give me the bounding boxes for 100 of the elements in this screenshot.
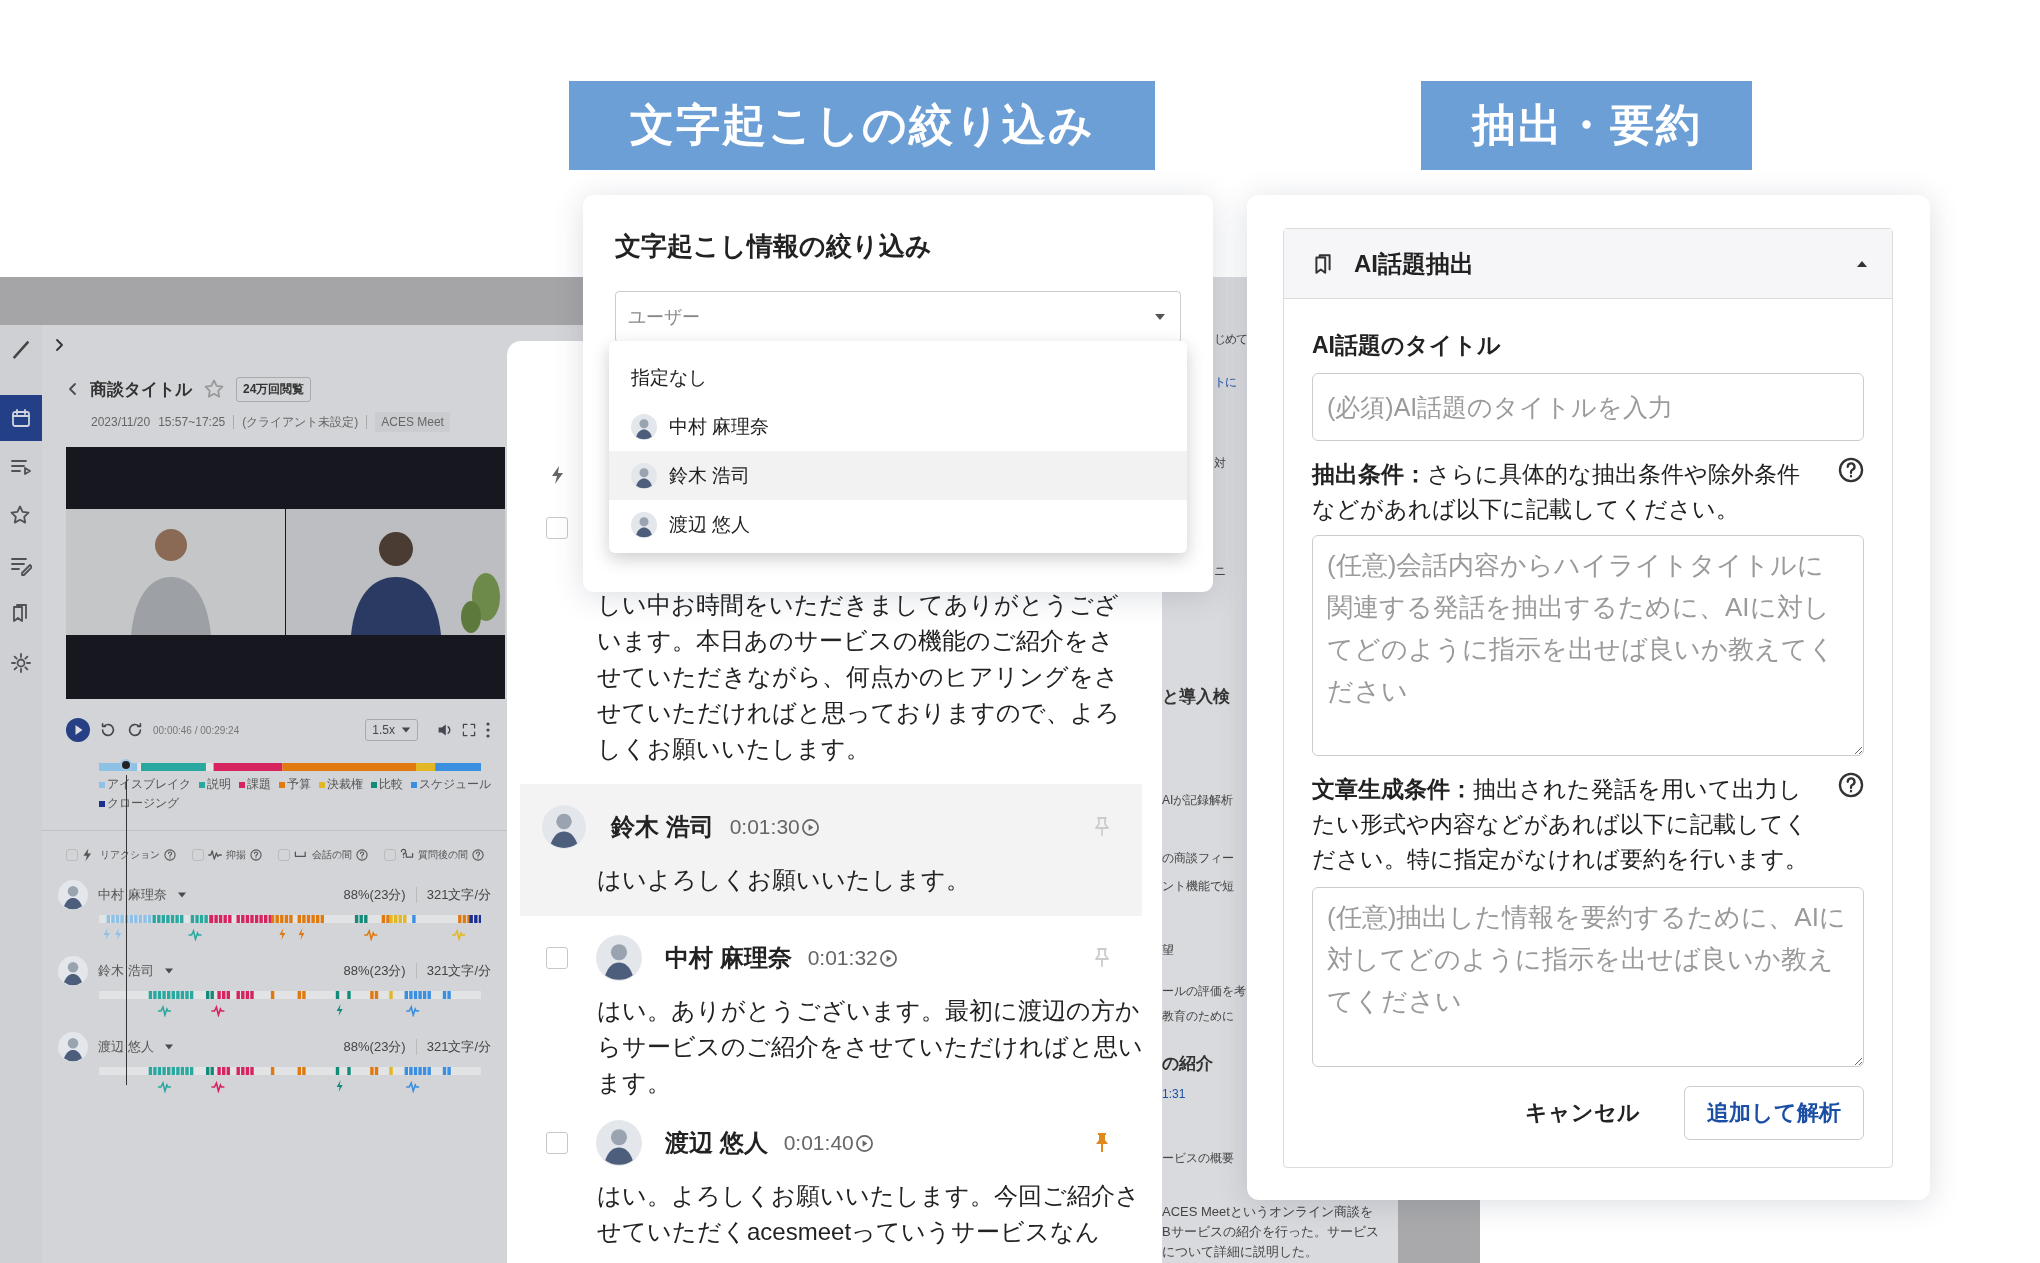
summary-text: Bサービスの紹介を行った。サービス (1162, 1223, 1379, 1241)
link[interactable]: トに (1214, 374, 1236, 391)
play-button[interactable] (66, 718, 90, 742)
timestamp[interactable]: 0:01:40 (783, 1131, 854, 1155)
speaker-name: 渡辺 悠人 (98, 1038, 154, 1056)
legend-label: 比較 (379, 776, 403, 793)
speaker-name: 中村 麻理奈 (665, 943, 792, 973)
text-fragment: 対 (1214, 455, 1225, 472)
menu-item[interactable]: 中村 麻理奈 (609, 402, 1187, 451)
text-fragment: ニ (1214, 563, 1225, 580)
checkbox[interactable] (384, 849, 396, 861)
avatar (631, 511, 657, 538)
avatar (542, 805, 586, 849)
sidebar-item[interactable] (0, 395, 42, 441)
more-icon[interactable] (485, 722, 491, 738)
cancel-button[interactable]: キャンセル (1513, 1086, 1652, 1140)
avatar (58, 880, 88, 910)
speed-select[interactable]: 1.5x (365, 719, 418, 741)
checkbox[interactable] (192, 849, 204, 861)
back-icon[interactable] (66, 382, 78, 396)
text-fragment: の商談フィー (1162, 850, 1234, 867)
checkbox[interactable] (66, 849, 78, 861)
play-icon[interactable] (878, 948, 898, 968)
caret-icon[interactable] (163, 1043, 174, 1051)
settings-icon (10, 652, 32, 674)
timestamp[interactable]: 0:01:30 (729, 815, 800, 839)
transcript-text: しい中お時間をいただきましてありがとうございます。本日あのサービスの機能のご紹介をさせていただきながら、何点かのヒアリングをさせていただければと思っておりますので、よろしくお願いいたします。 (597, 590, 1121, 764)
checkbox[interactable] (546, 1132, 568, 1154)
volume-icon[interactable] (437, 722, 453, 738)
menu-item[interactable]: 指定なし (609, 353, 1187, 402)
views-badge: 24万回閲覧 (236, 376, 312, 402)
utterance-text: はい。よろしくお願いいたします。今回ご紹介させていただくacesmeetっていうサービスなん (597, 1181, 1141, 1247)
text-fragment: じめて (1214, 331, 1247, 348)
tool-tag: ACES Meet (375, 412, 450, 432)
meeting-date: 2023/11/20 (91, 415, 151, 429)
caret-icon (401, 725, 411, 735)
play-icon[interactable] (800, 817, 820, 837)
caret-icon[interactable] (176, 891, 187, 899)
help-icon[interactable] (1838, 772, 1864, 798)
legend-label: 課題 (247, 776, 271, 793)
speech-rate: 321文字/分 (426, 962, 491, 980)
talk-share: 88%(23分) (343, 962, 406, 980)
filter-label: 抑揚 (226, 848, 246, 862)
checkbox[interactable] (278, 849, 290, 861)
seek-bar[interactable] (99, 763, 481, 771)
avatar (596, 935, 642, 981)
callout-label: 抽出・要約 (1421, 81, 1752, 170)
rewind-icon[interactable] (99, 721, 117, 739)
avatar (58, 1032, 88, 1062)
menu-item[interactable]: 鈴木 浩司 (609, 451, 1187, 500)
legend-label: スケジュール (419, 776, 491, 793)
condition-textarea[interactable]: (任意)抽出した情報を要約するために、AIに対してどのように指示を出せば良いか教えてください (1312, 887, 1864, 1067)
legend-label: 説明 (207, 776, 231, 793)
playback-time: 00:00:46 / 00:29:24 (153, 724, 240, 736)
filter-label: 会話の間 (312, 848, 352, 862)
talk-share: 88%(23分) (343, 1038, 406, 1056)
summary-text: について詳細に説明した。 (1162, 1243, 1319, 1261)
title-input[interactable]: (必須)AI話題のタイトルを入力 (1312, 373, 1864, 441)
forward-icon[interactable] (126, 721, 144, 739)
text-fragment: ント機能で短 (1162, 878, 1234, 895)
section-heading: と導入検 (1162, 686, 1230, 708)
callout-label: 文字起こしの絞り込み (569, 81, 1155, 170)
speaker-name: 鈴木 浩司 (611, 812, 714, 842)
panel-header[interactable]: AI話題抽出 (1284, 229, 1892, 299)
avatar (58, 956, 88, 986)
legend-label: 決裁権 (327, 776, 363, 793)
field-description: 文章生成条件：抽出された発話を用いて出力したい形式や内容などがあれば以下に記載してください。特に指定がなければ要約を行います。 (1312, 775, 1809, 874)
chevron-right-icon[interactable] (54, 338, 66, 352)
checkbox[interactable] (546, 947, 568, 969)
help-icon[interactable] (1838, 457, 1864, 483)
speech-rate: 321文字/分 (426, 886, 491, 904)
timestamp[interactable]: 0:01:32 (807, 946, 878, 970)
utterance-text: はいよろしくお願いいたします。 (597, 865, 971, 895)
menu-item[interactable]: 渡辺 悠人 (609, 500, 1187, 549)
wave-icon (208, 848, 222, 862)
caret-icon (1154, 312, 1166, 322)
field-label: AI話題のタイトル (1312, 331, 1502, 360)
speaker-name: 渡辺 悠人 (665, 1128, 768, 1158)
bolt-icon (550, 465, 564, 485)
star-icon[interactable] (204, 379, 224, 399)
play-icon[interactable] (854, 1133, 874, 1153)
text-fragment: 望 (1162, 942, 1174, 959)
link[interactable]: 1:31 (1162, 1087, 1186, 1101)
submit-button[interactable]: 追加して解析 (1684, 1086, 1864, 1140)
client-name: (クライアント未設定) (242, 413, 359, 431)
meeting-time: 15:57~17:25 (158, 415, 226, 429)
field-description: 抽出条件：さらに具体的な抽出条件や除外条件などがあれば以下に記載してください。 (1312, 460, 1801, 524)
filter-label: 質問後の間 (418, 848, 468, 862)
caret-icon[interactable] (163, 967, 174, 975)
condition-textarea[interactable]: (任意)会話内容からハイライトタイトルに関連する発話を抽出するために、AIに対してどのように指示を出せば良いか教えてください (1312, 535, 1864, 756)
summary-text: ACES Meetというオンライン商談を (1162, 1203, 1374, 1221)
dialog-title: 文字起こし情報の絞り込み (615, 230, 933, 263)
speaker-name: 鈴木 浩司 (98, 962, 154, 980)
calendar-icon (10, 407, 32, 429)
panel-title: AI話題抽出 (1354, 248, 1474, 279)
fullscreen-icon[interactable] (462, 723, 476, 737)
avatar (631, 462, 657, 489)
text-fragment: AIが記録解析 (1162, 792, 1234, 809)
checkbox[interactable] (546, 517, 568, 539)
legend-label: 予算 (287, 776, 311, 793)
